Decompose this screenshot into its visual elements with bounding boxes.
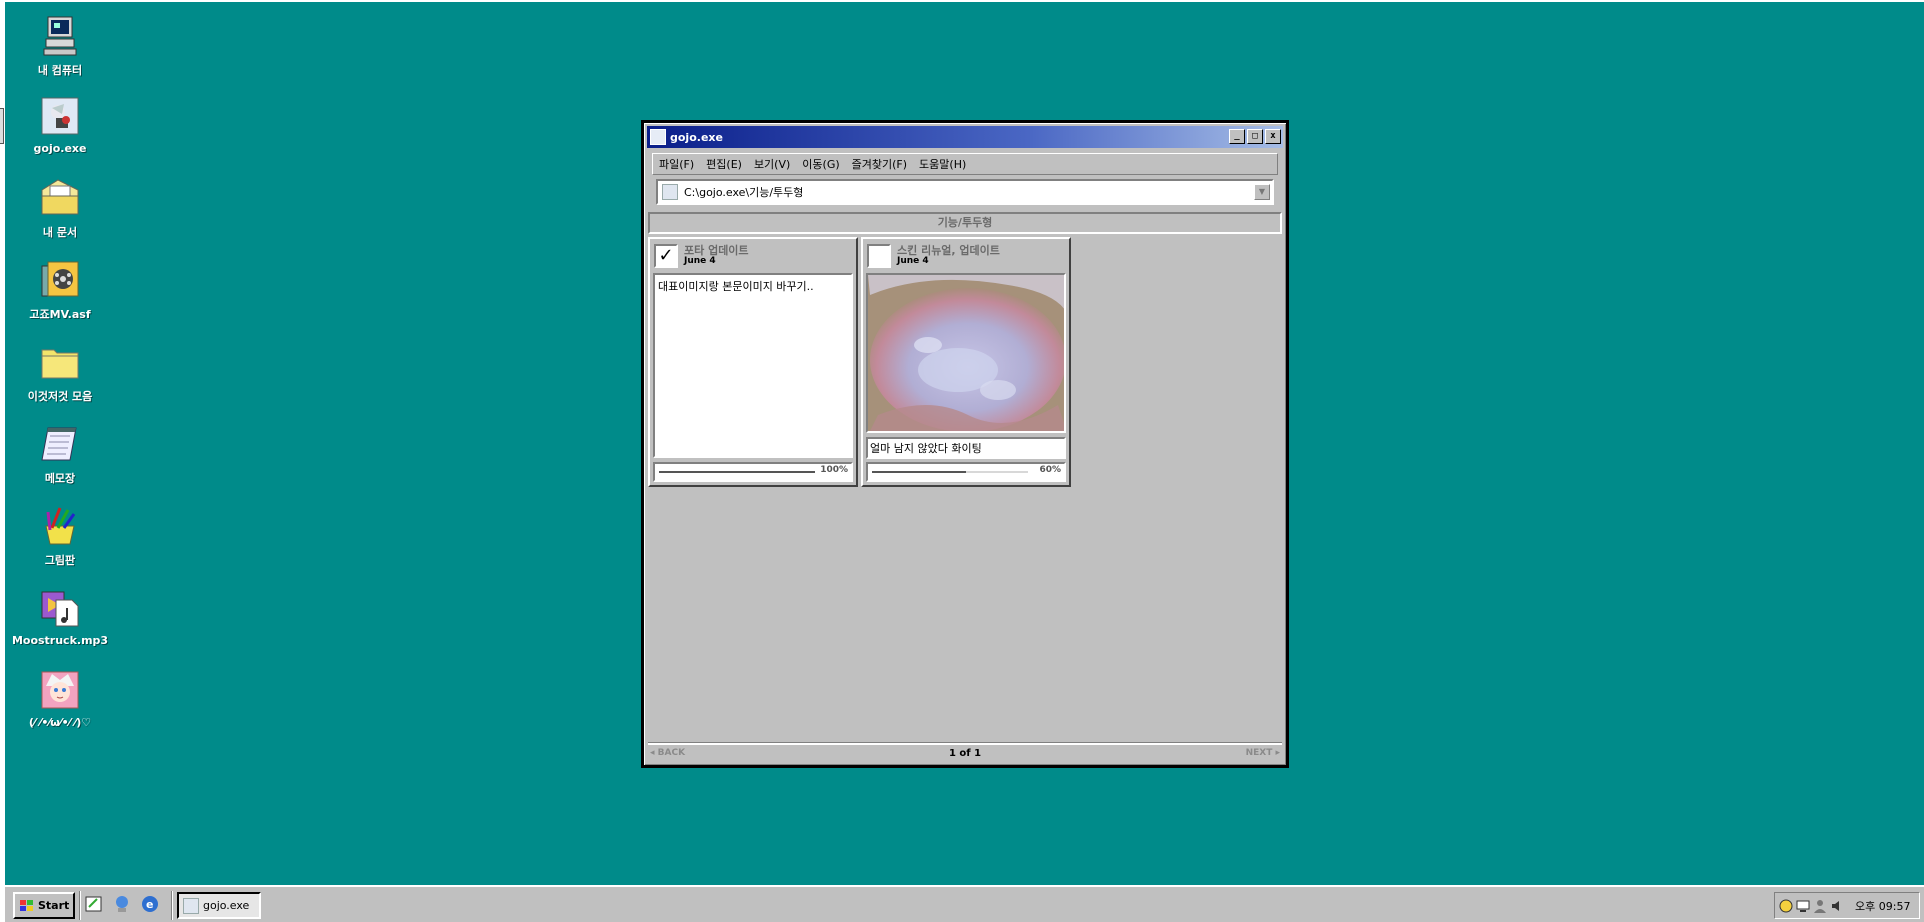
desktop-icon-my-computer[interactable]: 내 컴퓨터: [15, 14, 105, 90]
desktop-icon-label: 고죠MV.asf: [29, 308, 91, 321]
video-file-icon: [38, 258, 82, 302]
taskbar-separator: [79, 891, 81, 920]
pagination-bar: ◂ BACK 1 of 1 NEXT ▸: [648, 743, 1282, 761]
menu-help[interactable]: 도움말(H): [919, 156, 966, 172]
todo-progress: 60%: [866, 462, 1066, 482]
desktop-icon-label: gojo.exe: [33, 142, 87, 155]
page-indicator: 1 of 1: [948, 748, 982, 759]
folder-icon: [38, 340, 82, 384]
progress-percent: 60%: [1039, 465, 1061, 475]
system-tray: 오후 09:57: [1774, 892, 1920, 919]
desktop-icon-gojo-exe[interactable]: gojo.exe: [15, 94, 105, 170]
todo-date: June 4: [897, 256, 929, 266]
todo-caption: 얼마 남지 않았다 화이팅: [866, 437, 1066, 459]
show-desktop-icon[interactable]: [83, 893, 105, 915]
window-controls: _ □ x: [1229, 129, 1281, 144]
progress-track: [659, 471, 815, 473]
tray-face-icon[interactable]: [1779, 899, 1793, 913]
taskbar-separator: [171, 891, 173, 920]
progress-track: [872, 471, 1028, 473]
next-button[interactable]: NEXT ▸: [1246, 748, 1280, 758]
windows-logo-icon: [19, 899, 35, 913]
taskbar: Start e gojo.exe 오후 09:57: [5, 885, 1924, 922]
desktop-icon-label: (⁄ ⁄•⁄ω⁄•⁄ ⁄)♡: [28, 716, 92, 729]
progress-percent: 100%: [820, 465, 848, 475]
desktop-icon-label: 내 컴퓨터: [37, 64, 83, 77]
character-icon: [38, 668, 82, 712]
tray-monitor-icon[interactable]: [1796, 899, 1810, 913]
menu-file[interactable]: 파일(F): [659, 156, 694, 172]
menu-go[interactable]: 이동(G): [802, 156, 839, 172]
start-label: Start: [38, 899, 70, 912]
progress-fill: [872, 471, 966, 473]
card-area: ✓ 포타 업데이트 June 4 대표이미지랑 본문이미지 바꾸기.. 100%…: [648, 237, 1282, 859]
todo-card: ✓ 포타 업데이트 June 4 대표이미지랑 본문이미지 바꾸기.. 100%: [648, 237, 858, 487]
menu-view[interactable]: 보기(V): [754, 156, 790, 172]
taskbar-window-button[interactable]: gojo.exe: [177, 892, 261, 919]
jellyfish-photo: [866, 273, 1066, 433]
todo-body: 대표이미지랑 본문이미지 바꾸기..: [653, 273, 853, 458]
address-path: C:\gojo.exe\기능/투두형: [684, 186, 804, 199]
app-window: gojo.exe _ □ x 파일(F) 편집(E) 보기(V) 이동(G) 즐…: [641, 120, 1289, 768]
clock: 오후 09:57: [1855, 899, 1911, 913]
app-icon: [650, 129, 666, 145]
paint-icon: [38, 504, 82, 548]
desktop-icon-label: 그림판: [44, 554, 76, 567]
edge-handle[interactable]: [0, 108, 4, 144]
quick-launch: e: [83, 893, 161, 915]
todo-card: 스킨 리뉴얼, 업데이트 June 4 얼마 남지 않았다 화이팅 60%: [861, 237, 1071, 487]
menu-edit[interactable]: 편집(E): [706, 156, 742, 172]
desktop-icon-label: 내 문서: [42, 226, 78, 239]
address-dropdown-icon[interactable]: ▼: [1254, 184, 1270, 200]
audio-file-icon: [38, 586, 82, 630]
desktop-icon-character[interactable]: (⁄ ⁄•⁄ω⁄•⁄ ⁄)♡: [15, 668, 105, 744]
title-bar[interactable]: gojo.exe _ □ x: [647, 126, 1283, 148]
todo-progress: 100%: [653, 462, 853, 482]
channels-icon[interactable]: [111, 893, 133, 915]
gojo-exe-icon: [38, 94, 82, 138]
svg-text:e: e: [146, 898, 153, 911]
progress-fill: [659, 471, 815, 473]
todo-checkbox[interactable]: [867, 244, 891, 268]
desktop-icon-label: 메모장: [44, 472, 76, 485]
menu-favorites[interactable]: 즐겨찾기(F): [852, 156, 907, 172]
desktop-icon-label: 이것저것 모음: [27, 390, 93, 403]
gojo-exe-icon: [183, 897, 199, 914]
close-button[interactable]: x: [1265, 129, 1281, 144]
my-computer-icon: [38, 14, 82, 58]
desktop-icon-paint[interactable]: 그림판: [15, 504, 105, 580]
desktop-icon-my-documents[interactable]: 내 문서: [15, 176, 105, 252]
minimize-button[interactable]: _: [1229, 129, 1245, 144]
taskbar-window-label: gojo.exe: [203, 899, 250, 912]
address-folder-icon: [662, 184, 678, 200]
desktop-icon-label: Moostruck.mp3: [11, 634, 109, 647]
desktop-icon-notepad[interactable]: 메모장: [15, 422, 105, 498]
my-documents-icon: [38, 176, 82, 220]
desktop-icon-audio-file[interactable]: Moostruck.mp3: [11, 586, 109, 662]
menu-bar: 파일(F) 편집(E) 보기(V) 이동(G) 즐겨찾기(F) 도움말(H): [652, 153, 1278, 175]
todo-date: June 4: [684, 256, 716, 266]
internet-explorer-icon[interactable]: e: [139, 893, 161, 915]
volume-icon[interactable]: [1830, 899, 1844, 913]
section-header: 기능/투두형: [648, 212, 1282, 234]
desktop-icon-folder[interactable]: 이것저것 모음: [15, 340, 105, 416]
todo-checkbox[interactable]: ✓: [654, 244, 678, 268]
start-button[interactable]: Start: [13, 892, 75, 919]
desktop-icon-video-file[interactable]: 고죠MV.asf: [15, 258, 105, 334]
notepad-icon: [38, 422, 82, 466]
maximize-button[interactable]: □: [1247, 129, 1263, 144]
window-title: gojo.exe: [670, 130, 723, 144]
address-bar[interactable]: C:\gojo.exe\기능/투두형 ▼: [656, 179, 1274, 205]
tray-user-icon[interactable]: [1813, 899, 1827, 913]
